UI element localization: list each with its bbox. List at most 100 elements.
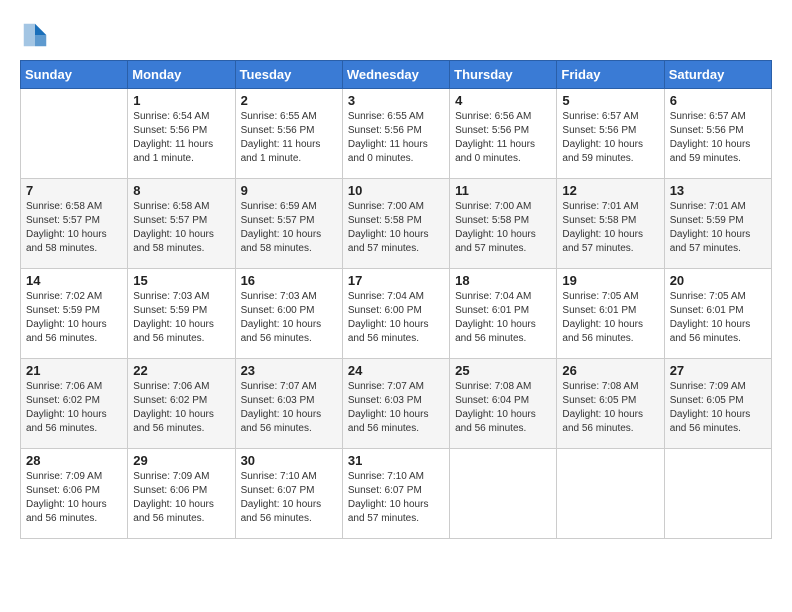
- calendar-header-sunday: Sunday: [21, 61, 128, 89]
- day-info: Sunrise: 6:57 AM Sunset: 5:56 PM Dayligh…: [562, 110, 658, 166]
- calendar-week-row: 7Sunrise: 6:58 AM Sunset: 5:57 PM Daylig…: [21, 179, 772, 269]
- day-info: Sunrise: 7:05 AM Sunset: 6:01 PM Dayligh…: [670, 290, 766, 346]
- day-number: 23: [241, 363, 337, 378]
- day-info: Sunrise: 7:09 AM Sunset: 6:06 PM Dayligh…: [133, 470, 229, 526]
- calendar-cell: 14 Sunrise: 7:02 AM Sunset: 5:59 PM Dayli…: [21, 269, 128, 359]
- calendar-cell: 4 Sunrise: 6:56 AM Sunset: 5:56 PM Daylig…: [450, 89, 557, 179]
- day-info: Sunrise: 7:07 AM Sunset: 6:03 PM Dayligh…: [241, 380, 337, 436]
- calendar-header-saturday: Saturday: [664, 61, 771, 89]
- calendar-header-friday: Friday: [557, 61, 664, 89]
- calendar-cell: 21 Sunrise: 7:06 AM Sunset: 6:02 PM Dayli…: [21, 359, 128, 449]
- calendar-cell: 20 Sunrise: 7:05 AM Sunset: 6:01 PM Dayli…: [664, 269, 771, 359]
- day-info: Sunrise: 6:58 AM Sunset: 5:57 PM Dayligh…: [133, 200, 229, 256]
- day-info: Sunrise: 6:55 AM Sunset: 5:56 PM Dayligh…: [241, 110, 337, 166]
- day-info: Sunrise: 7:04 AM Sunset: 6:00 PM Dayligh…: [348, 290, 444, 346]
- calendar-cell: 13 Sunrise: 7:01 AM Sunset: 5:59 PM Dayli…: [664, 179, 771, 269]
- day-number: 3: [348, 93, 444, 108]
- day-number: 6: [670, 93, 766, 108]
- day-info: Sunrise: 7:01 AM Sunset: 5:59 PM Dayligh…: [670, 200, 766, 256]
- calendar-cell: 1 Sunrise: 6:54 AM Sunset: 5:56 PM Daylig…: [128, 89, 235, 179]
- calendar-header-monday: Monday: [128, 61, 235, 89]
- day-info: Sunrise: 7:00 AM Sunset: 5:58 PM Dayligh…: [455, 200, 551, 256]
- day-number: 8: [133, 183, 229, 198]
- logo-icon: [20, 20, 50, 50]
- day-number: 10: [348, 183, 444, 198]
- calendar-cell: [664, 449, 771, 539]
- day-info: Sunrise: 6:56 AM Sunset: 5:56 PM Dayligh…: [455, 110, 551, 166]
- day-info: Sunrise: 7:07 AM Sunset: 6:03 PM Dayligh…: [348, 380, 444, 436]
- day-number: 24: [348, 363, 444, 378]
- day-number: 21: [26, 363, 122, 378]
- calendar-cell: [450, 449, 557, 539]
- day-number: 31: [348, 453, 444, 468]
- day-number: 15: [133, 273, 229, 288]
- calendar-header-row: SundayMondayTuesdayWednesdayThursdayFrid…: [21, 61, 772, 89]
- calendar-cell: 28Sunrise: 7:09 AM Sunset: 6:06 PM Dayli…: [21, 449, 128, 539]
- day-info: Sunrise: 7:03 AM Sunset: 6:00 PM Dayligh…: [241, 290, 337, 346]
- day-info: Sunrise: 7:09 AM Sunset: 6:05 PM Dayligh…: [670, 380, 766, 436]
- day-info: Sunrise: 7:08 AM Sunset: 6:05 PM Dayligh…: [562, 380, 658, 436]
- day-number: 12: [562, 183, 658, 198]
- calendar-cell: 24 Sunrise: 7:07 AM Sunset: 6:03 PM Dayli…: [342, 359, 449, 449]
- day-number: 19: [562, 273, 658, 288]
- day-number: 18: [455, 273, 551, 288]
- day-number: 1: [133, 93, 229, 108]
- day-number: 4: [455, 93, 551, 108]
- logo: [20, 20, 52, 50]
- calendar-cell: 29Sunrise: 7:09 AM Sunset: 6:06 PM Dayli…: [128, 449, 235, 539]
- calendar-cell: 26 Sunrise: 7:08 AM Sunset: 6:05 PM Dayli…: [557, 359, 664, 449]
- day-info: Sunrise: 6:54 AM Sunset: 5:56 PM Dayligh…: [133, 110, 229, 166]
- day-info: Sunrise: 7:08 AM Sunset: 6:04 PM Dayligh…: [455, 380, 551, 436]
- calendar-cell: 19Sunrise: 7:05 AM Sunset: 6:01 PM Dayli…: [557, 269, 664, 359]
- day-info: Sunrise: 6:59 AM Sunset: 5:57 PM Dayligh…: [241, 200, 337, 256]
- day-info: Sunrise: 6:58 AM Sunset: 5:57 PM Dayligh…: [26, 200, 122, 256]
- day-info: Sunrise: 7:06 AM Sunset: 6:02 PM Dayligh…: [26, 380, 122, 436]
- calendar-cell: [21, 89, 128, 179]
- calendar-week-row: 1 Sunrise: 6:54 AM Sunset: 5:56 PM Daylig…: [21, 89, 772, 179]
- page-header: [20, 20, 772, 50]
- day-info: Sunrise: 6:57 AM Sunset: 5:56 PM Dayligh…: [670, 110, 766, 166]
- calendar-cell: 27 Sunrise: 7:09 AM Sunset: 6:05 PM Dayli…: [664, 359, 771, 449]
- calendar-cell: 9Sunrise: 6:59 AM Sunset: 5:57 PM Daylig…: [235, 179, 342, 269]
- day-info: Sunrise: 7:02 AM Sunset: 5:59 PM Dayligh…: [26, 290, 122, 346]
- calendar-header-tuesday: Tuesday: [235, 61, 342, 89]
- day-info: Sunrise: 7:06 AM Sunset: 6:02 PM Dayligh…: [133, 380, 229, 436]
- calendar-cell: 30 Sunrise: 7:10 AM Sunset: 6:07 PM Dayli…: [235, 449, 342, 539]
- calendar-cell: 16 Sunrise: 7:03 AM Sunset: 6:00 PM Dayli…: [235, 269, 342, 359]
- calendar-cell: 12 Sunrise: 7:01 AM Sunset: 5:58 PM Dayli…: [557, 179, 664, 269]
- calendar-cell: 18Sunrise: 7:04 AM Sunset: 6:01 PM Dayli…: [450, 269, 557, 359]
- day-info: Sunrise: 7:01 AM Sunset: 5:58 PM Dayligh…: [562, 200, 658, 256]
- calendar-header-thursday: Thursday: [450, 61, 557, 89]
- calendar-cell: 22Sunrise: 7:06 AM Sunset: 6:02 PM Dayli…: [128, 359, 235, 449]
- day-number: 13: [670, 183, 766, 198]
- day-number: 28: [26, 453, 122, 468]
- day-number: 5: [562, 93, 658, 108]
- calendar-cell: 15 Sunrise: 7:03 AM Sunset: 5:59 PM Dayli…: [128, 269, 235, 359]
- day-number: 25: [455, 363, 551, 378]
- calendar-week-row: 21 Sunrise: 7:06 AM Sunset: 6:02 PM Dayli…: [21, 359, 772, 449]
- calendar-cell: 11 Sunrise: 7:00 AM Sunset: 5:58 PM Dayli…: [450, 179, 557, 269]
- day-number: 30: [241, 453, 337, 468]
- day-info: Sunrise: 7:10 AM Sunset: 6:07 PM Dayligh…: [241, 470, 337, 526]
- calendar-cell: 17 Sunrise: 7:04 AM Sunset: 6:00 PM Dayli…: [342, 269, 449, 359]
- day-info: Sunrise: 7:00 AM Sunset: 5:58 PM Dayligh…: [348, 200, 444, 256]
- day-info: Sunrise: 7:10 AM Sunset: 6:07 PM Dayligh…: [348, 470, 444, 526]
- day-number: 11: [455, 183, 551, 198]
- calendar-header-wednesday: Wednesday: [342, 61, 449, 89]
- day-info: Sunrise: 7:03 AM Sunset: 5:59 PM Dayligh…: [133, 290, 229, 346]
- day-number: 2: [241, 93, 337, 108]
- calendar-cell: 10 Sunrise: 7:00 AM Sunset: 5:58 PM Dayli…: [342, 179, 449, 269]
- calendar-cell: 3Sunrise: 6:55 AM Sunset: 5:56 PM Daylig…: [342, 89, 449, 179]
- day-number: 17: [348, 273, 444, 288]
- calendar-cell: 2 Sunrise: 6:55 AM Sunset: 5:56 PM Daylig…: [235, 89, 342, 179]
- day-number: 16: [241, 273, 337, 288]
- calendar-cell: [557, 449, 664, 539]
- day-number: 26: [562, 363, 658, 378]
- calendar-table: SundayMondayTuesdayWednesdayThursdayFrid…: [20, 60, 772, 539]
- calendar-cell: 6 Sunrise: 6:57 AM Sunset: 5:56 PM Daylig…: [664, 89, 771, 179]
- day-number: 14: [26, 273, 122, 288]
- day-number: 20: [670, 273, 766, 288]
- calendar-cell: 23 Sunrise: 7:07 AM Sunset: 6:03 PM Dayli…: [235, 359, 342, 449]
- day-number: 27: [670, 363, 766, 378]
- calendar-cell: 8 Sunrise: 6:58 AM Sunset: 5:57 PM Daylig…: [128, 179, 235, 269]
